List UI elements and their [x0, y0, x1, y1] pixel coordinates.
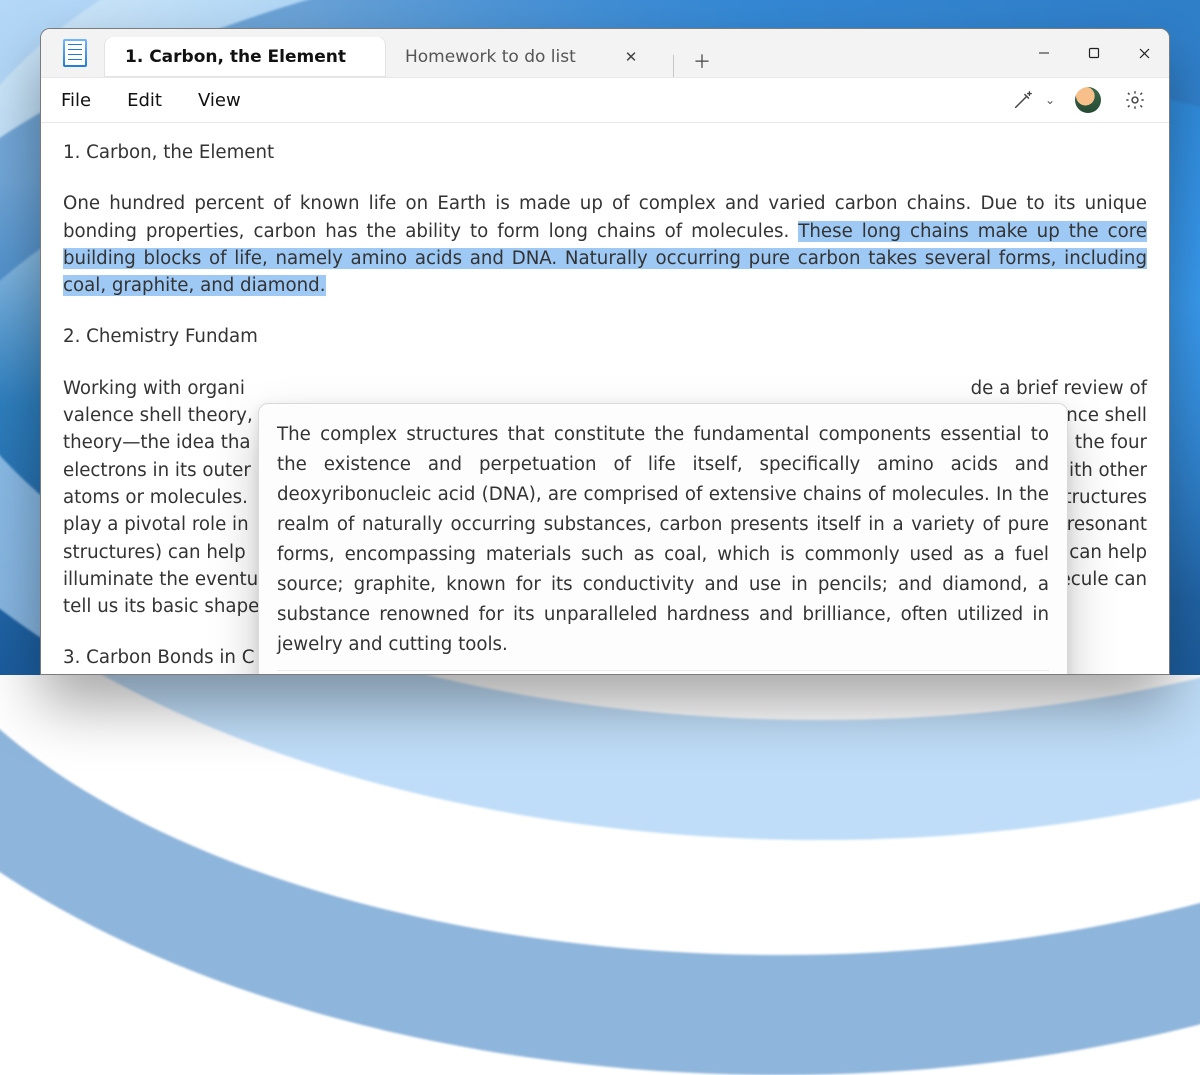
tab-label: 1. Carbon, the Element [125, 47, 346, 67]
line-left: electrons in its outer [63, 457, 251, 484]
document-editor[interactable]: 1. Carbon, the Element One hundred perce… [41, 123, 1169, 674]
popup-options-row: Longer ⌄ Tone ⌄ Format ⌄ AI-generated co… [277, 670, 1049, 674]
settings-button[interactable] [1121, 86, 1149, 114]
tab-homework-list[interactable]: Homework to do list ✕ [385, 37, 665, 77]
minimize-button[interactable] [1019, 29, 1069, 77]
menu-view[interactable]: View [198, 90, 241, 111]
close-tab-icon[interactable]: ✕ [617, 43, 645, 71]
chevron-down-icon[interactable]: ⌄ [1045, 93, 1055, 107]
doc-heading: 1. Carbon, the Element [63, 139, 1147, 166]
line-left: play a pivotal role in [63, 511, 249, 538]
tab-label: Homework to do list [405, 47, 576, 67]
tab-strip: 1. Carbon, the Element Homework to do li… [105, 29, 718, 77]
line-left: illuminate the eventu [63, 566, 258, 593]
window-controls [1019, 29, 1169, 77]
title-bar: 1. Carbon, the Element Homework to do li… [41, 29, 1169, 78]
user-avatar[interactable] [1075, 87, 1101, 113]
menu-file[interactable]: File [61, 90, 91, 111]
line-left: theory—the idea tha [63, 429, 251, 456]
menu-bar: File Edit View ⌄ [41, 78, 1169, 123]
line-left: atoms or molecules. [63, 484, 248, 511]
ai-rewrite-button[interactable] [1009, 86, 1037, 114]
tab-carbon-element[interactable]: 1. Carbon, the Element [105, 37, 385, 77]
notepad-app-icon [63, 39, 87, 67]
menu-edit[interactable]: Edit [127, 90, 162, 111]
line-left: Working with organi [63, 375, 245, 402]
line-left: structures) can help [63, 539, 246, 566]
ai-rewrite-popup: The complex structures that constitute t… [258, 403, 1068, 674]
tab-separator [673, 55, 674, 77]
close-window-button[interactable] [1119, 29, 1169, 77]
heading-2: 2. Chemistry Fundam [63, 323, 1147, 350]
paragraph-1: One hundred percent of known life on Ear… [63, 190, 1147, 299]
line-left: tell us its basic shape [63, 593, 259, 620]
maximize-button[interactable] [1069, 29, 1119, 77]
ai-suggestion-text: The complex structures that constitute t… [277, 420, 1049, 660]
notepad-window: 1. Carbon, the Element Homework to do li… [40, 28, 1170, 675]
line-left: valence shell theory, [63, 402, 253, 429]
line-right: de a brief review of [971, 375, 1147, 402]
new-tab-button[interactable]: ＋ [686, 45, 718, 77]
